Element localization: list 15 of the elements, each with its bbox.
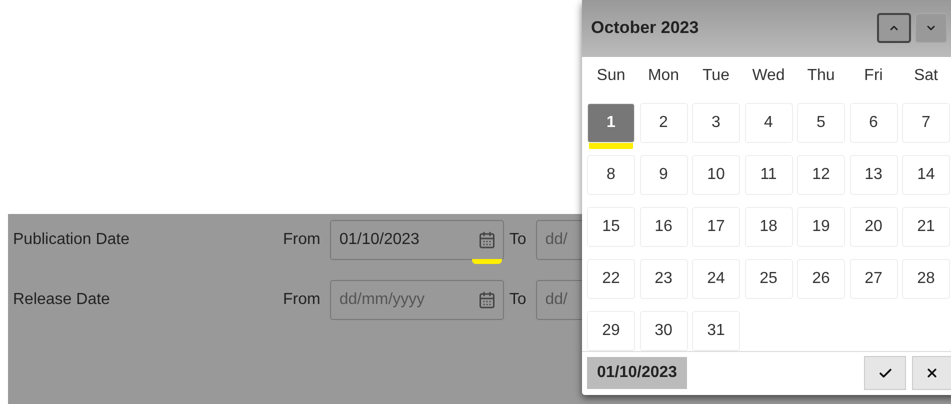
from-label: From (283, 291, 320, 309)
weekday-label: Wed (751, 66, 786, 86)
selected-date: 01/10/2023 (587, 357, 688, 390)
from-label: From (283, 231, 320, 249)
weekday-label: Sun (596, 66, 626, 86)
weekday-label: Thu (806, 66, 836, 86)
to-label: To (509, 291, 526, 309)
to-label: To (509, 231, 526, 249)
weekday-label: Fri (863, 66, 884, 86)
field-label: Release Date (13, 291, 111, 309)
weekday-label: Mon (646, 66, 680, 86)
field-label: Publication Date (13, 231, 131, 249)
weekday-label: Tue (702, 66, 730, 86)
weekday-label: Sat (912, 66, 939, 86)
month-title: October 2023 (591, 18, 699, 38)
